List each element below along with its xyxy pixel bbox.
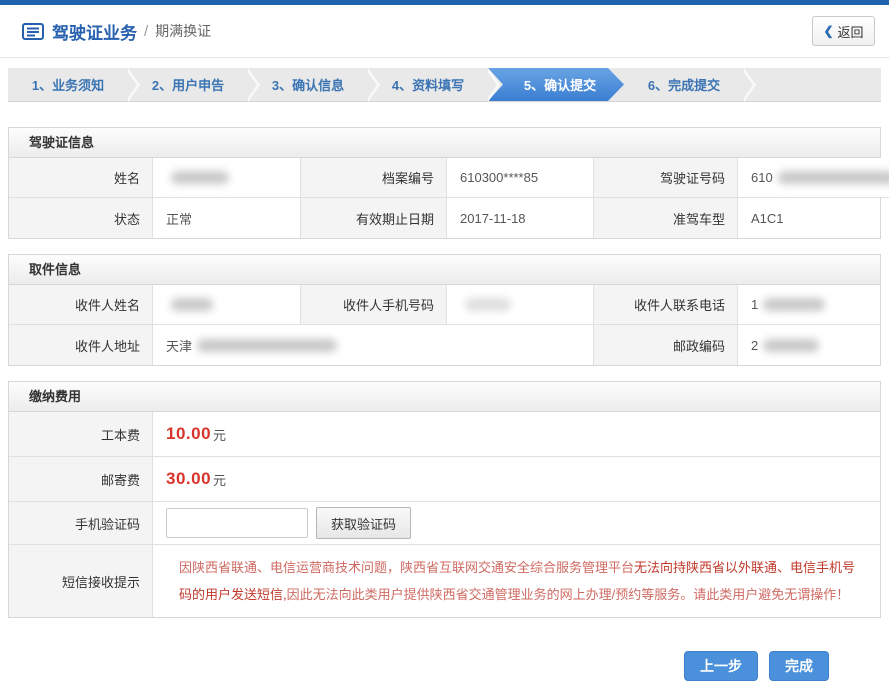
license-info-section: 驾驶证信息 姓名 档案编号 610300****85 驾驶证号码 610 ( 状… [8, 127, 881, 239]
recipient-phone-prefix: 1 [751, 297, 758, 312]
address-label: 收件人地址 [9, 325, 153, 365]
notice-text-part3: 因此无法向此类用户提供陕西省交通管理业务的网上办理/预约等服务。请此类用户避免无… [287, 587, 850, 602]
postal-code-prefix: 2 [751, 338, 758, 353]
step-label: 4、资料填写 [392, 75, 464, 94]
step-label: 1、业务须知 [32, 75, 104, 94]
sms-notice-row: 短信接收提示 因陕西省联通、电信运营商技术问题，陕西省互联网交通安全综合服务管理… [9, 545, 880, 617]
recipient-mobile-value [447, 285, 594, 325]
sms-code-input[interactable] [166, 508, 308, 538]
sms-notice-label: 短信接收提示 [9, 545, 153, 617]
fees-section-title: 缴纳费用 [9, 382, 880, 412]
name-value [153, 158, 301, 198]
sms-notice-text: 因陕西省联通、电信运营商技术问题，陕西省互联网交通安全综合服务管理平台无法向持陕… [166, 545, 880, 617]
step-label: 5、确认提交 [524, 75, 596, 94]
production-fee-value: 10.00 元 [153, 412, 880, 457]
file-number-label: 档案编号 [301, 158, 447, 198]
recipient-name-label: 收件人姓名 [9, 285, 153, 325]
vehicle-class-value: A1C1 [738, 198, 880, 238]
license-row-2: 状态 正常 有效期止日期 2017-11-18 准驾车型 A1C1 [9, 198, 880, 238]
breadcrumb-divider: / [144, 23, 148, 40]
status-value: 正常 [153, 198, 301, 238]
page-title: 驾驶证业务 [52, 19, 137, 44]
production-fee-row: 工本费 10.00 元 [9, 412, 880, 457]
recipient-name-value [153, 285, 301, 325]
back-chevron-icon: ❮ [823, 24, 833, 38]
step-1-business-notice: 1、业务须知 [8, 68, 128, 101]
postage-fee-amount: 30.00 [166, 469, 211, 489]
step-3-confirm-info: 3、确认信息 [248, 68, 368, 101]
address-value: 天津 [153, 325, 594, 365]
postage-fee-row: 邮寄费 30.00 元 [9, 457, 880, 502]
fees-section: 缴纳费用 工本费 10.00 元 邮寄费 30.00 元 手机验证码 获取验证码… [8, 381, 881, 618]
sms-notice-cell: 因陕西省联通、电信运营商技术问题，陕西省互联网交通安全综合服务管理平台无法向持陕… [153, 545, 880, 617]
back-button[interactable]: ❮ 返回 [812, 16, 875, 46]
postage-fee-unit: 元 [213, 470, 226, 489]
postage-fee-label: 邮寄费 [9, 457, 153, 502]
redacted-name [171, 171, 229, 184]
expiry-label: 有效期止日期 [301, 198, 447, 238]
list-icon [22, 23, 44, 40]
name-label: 姓名 [9, 158, 153, 198]
step-4-fill-data: 4、资料填写 [368, 68, 488, 101]
file-number-value: 610300****85 [447, 158, 594, 198]
page: 驾驶证业务 / 期满换证 ❮ 返回 1、业务须知 2、用户申告 3、确认信息 4… [0, 0, 889, 682]
sms-code-label: 手机验证码 [9, 502, 153, 545]
step-label: 6、完成提交 [648, 75, 720, 94]
recipient-phone-label: 收件人联系电话 [594, 285, 738, 325]
page-header: 驾驶证业务 / 期满换证 ❮ 返回 [0, 5, 889, 58]
expiry-value: 2017-11-18 [447, 198, 594, 238]
redacted-recipient-mobile [465, 298, 511, 311]
vehicle-class-label: 准驾车型 [594, 198, 738, 238]
redacted-recipient-name [171, 298, 213, 311]
production-fee-label: 工本费 [9, 412, 153, 457]
address-prefix: 天津 [166, 336, 192, 355]
recipient-mobile-label: 收件人手机号码 [301, 285, 447, 325]
sms-code-row: 手机验证码 获取验证码 [9, 502, 880, 545]
step-label: 3、确认信息 [272, 75, 344, 94]
back-button-label: 返回 [838, 22, 864, 41]
pickup-section-title: 取件信息 [9, 255, 880, 285]
redacted-postal-code [763, 339, 819, 352]
step-5-confirm-submit-current: 5、确认提交 [488, 68, 624, 101]
sms-code-field-cell: 获取验证码 [153, 502, 880, 545]
license-number-value: 610 ( [738, 158, 889, 198]
postage-fee-value: 30.00 元 [153, 457, 880, 502]
footer-actions: 上一步 完成 [0, 651, 829, 681]
license-row-1: 姓名 档案编号 610300****85 驾驶证号码 610 ( [9, 158, 880, 198]
redacted-license-number [778, 171, 889, 184]
previous-step-button[interactable]: 上一步 [684, 651, 758, 681]
postal-code-value: 2 [738, 325, 880, 365]
step-6-finish-submit: 6、完成提交 [624, 68, 744, 101]
get-sms-code-button[interactable]: 获取验证码 [316, 507, 411, 539]
redacted-address [197, 339, 337, 352]
breadcrumb-current: 期满换证 [155, 21, 211, 41]
status-label: 状态 [9, 198, 153, 238]
recipient-phone-value: 1 [738, 285, 880, 325]
license-number-prefix: 610 [751, 170, 773, 185]
license-number-label: 驾驶证号码 [594, 158, 738, 198]
pickup-row-1: 收件人姓名 收件人手机号码 收件人联系电话 1 [9, 285, 880, 325]
postal-code-label: 邮政编码 [594, 325, 738, 365]
license-section-title: 驾驶证信息 [9, 128, 880, 158]
pickup-row-2: 收件人地址 天津 邮政编码 2 [9, 325, 880, 365]
pickup-info-section: 取件信息 收件人姓名 收件人手机号码 收件人联系电话 1 收件人地址 天津 邮政… [8, 254, 881, 366]
step-bar-filler [744, 68, 881, 101]
step-label: 2、用户申告 [152, 75, 224, 94]
redacted-recipient-phone [763, 298, 825, 311]
wizard-step-bar: 1、业务须知 2、用户申告 3、确认信息 4、资料填写 5、确认提交 6、完成提… [8, 68, 881, 102]
notice-text-part1: 因陕西省联通、电信运营商技术问题，陕西省互联网交通安全综合服务管理平台 [179, 560, 634, 575]
production-fee-unit: 元 [213, 425, 226, 444]
finish-button[interactable]: 完成 [769, 651, 829, 681]
step-2-user-declaration: 2、用户申告 [128, 68, 248, 101]
production-fee-amount: 10.00 [166, 424, 211, 444]
